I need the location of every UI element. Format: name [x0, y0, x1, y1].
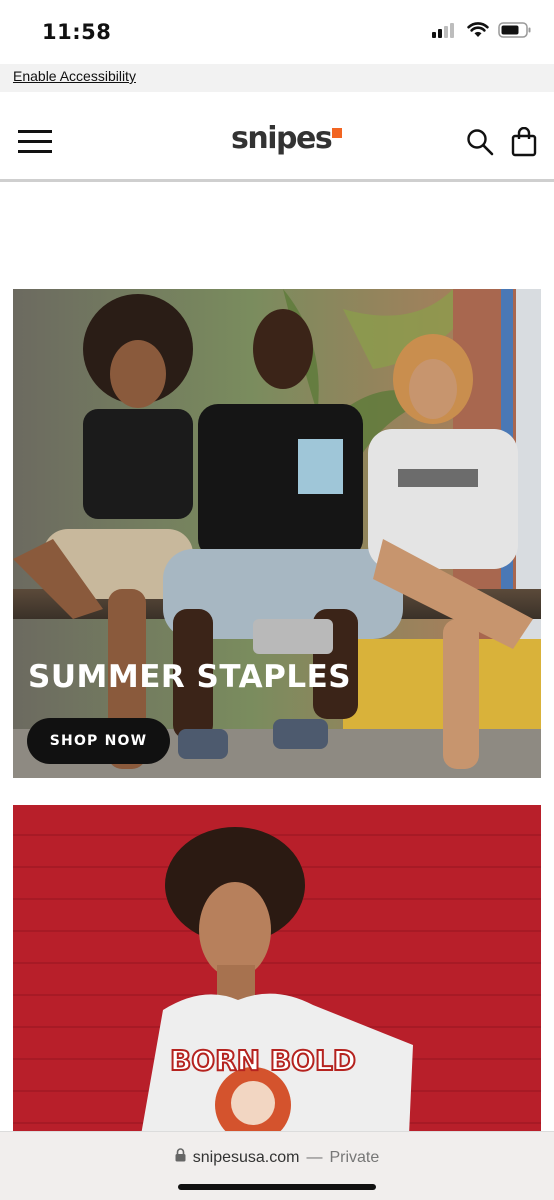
- enable-accessibility-link[interactable]: Enable Accessibility: [13, 68, 136, 84]
- url-domain: snipesusa.com: [192, 1148, 300, 1166]
- site-header: snipes: [0, 92, 554, 182]
- search-icon[interactable]: [466, 128, 494, 156]
- cellular-signal-icon: [432, 22, 458, 43]
- hero-banner-born-bold[interactable]: BORN BOLD: [13, 805, 541, 1135]
- hamburger-menu-icon[interactable]: [18, 130, 52, 154]
- site-logo[interactable]: snipes: [231, 121, 343, 162]
- shopping-bag-icon[interactable]: [511, 126, 537, 157]
- browser-address-bar[interactable]: snipesusa.com — Private: [0, 1131, 554, 1200]
- url-separator: —: [306, 1148, 323, 1166]
- url-row[interactable]: snipesusa.com — Private: [0, 1148, 554, 1167]
- status-time: 11:58: [42, 20, 112, 44]
- lock-icon: [175, 1148, 186, 1167]
- hero-banner-summer-staples[interactable]: SUMMER STAPLES SHOP NOW: [13, 289, 541, 778]
- born-bold-tee-photo: BORN BOLD: [13, 805, 541, 1135]
- summer-staples-photo: [13, 289, 541, 778]
- accessibility-bar: Enable Accessibility: [0, 64, 554, 92]
- logo-accent-square: [332, 128, 343, 138]
- svg-text:BORN BOLD: BORN BOLD: [170, 1044, 356, 1077]
- status-icons: [432, 22, 532, 43]
- home-indicator[interactable]: [178, 1184, 376, 1190]
- status-bar: 11:58: [0, 0, 554, 64]
- private-mode-label: Private: [329, 1148, 380, 1166]
- shop-now-button[interactable]: SHOP NOW: [27, 718, 170, 764]
- hero-title: SUMMER STAPLES: [28, 659, 352, 695]
- logo-text: snipes: [231, 121, 333, 156]
- wifi-icon: [467, 22, 489, 43]
- battery-icon: [498, 22, 532, 43]
